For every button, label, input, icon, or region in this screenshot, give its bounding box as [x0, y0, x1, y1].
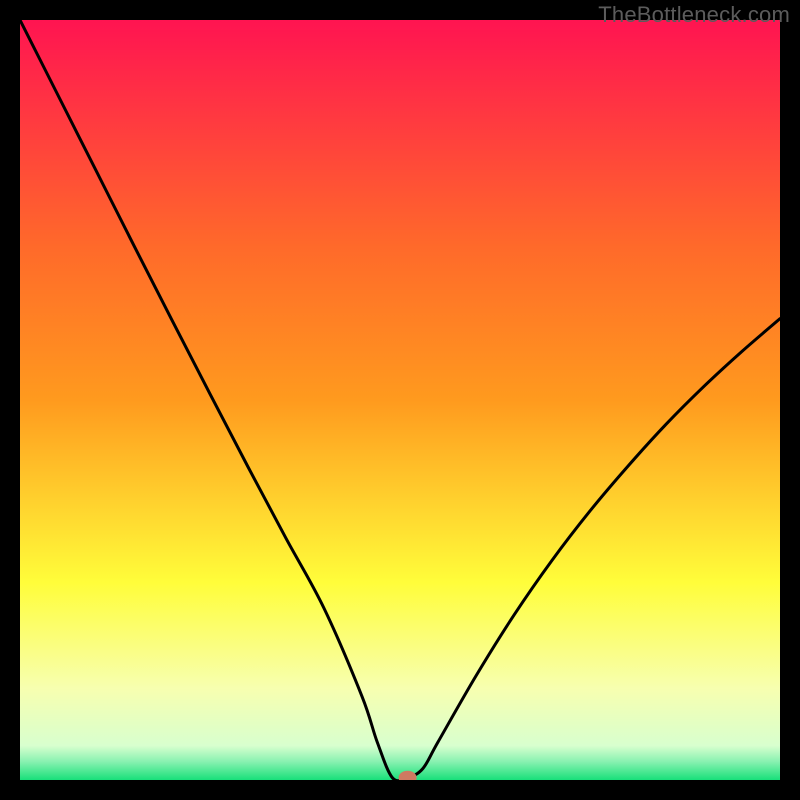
- plot-background: [20, 20, 780, 780]
- chart-frame: TheBottleneck.com: [0, 0, 800, 800]
- bottleneck-plot: [20, 20, 780, 780]
- watermark-text: TheBottleneck.com: [598, 2, 790, 28]
